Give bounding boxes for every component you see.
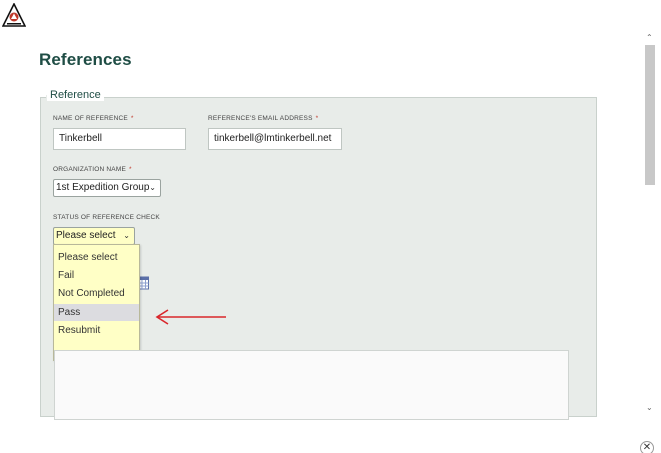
- scrollbar-thumb[interactable]: [645, 45, 655, 185]
- left-arrow-icon: [155, 309, 226, 325]
- comments-textarea[interactable]: [54, 350, 569, 420]
- chevron-down-icon: ⌄: [149, 183, 156, 192]
- chevron-down-icon: ⌄: [123, 231, 130, 240]
- reference-email-label: REFERENCE'S EMAIL ADDRESS *: [208, 115, 319, 122]
- dropdown-option-please-select[interactable]: Please select: [54, 249, 139, 266]
- organization-logo-icon: [2, 3, 26, 27]
- status-dropdown-list: Please select Fail Not Completed Pass Re…: [53, 244, 140, 361]
- name-of-reference-label: NAME OF REFERENCE *: [53, 115, 134, 122]
- scroll-down-icon[interactable]: ⌄: [646, 403, 653, 412]
- status-select[interactable]: Please select ⌄: [53, 227, 135, 245]
- section-legend: Reference: [47, 89, 104, 101]
- scroll-up-icon[interactable]: ⌃: [646, 33, 653, 42]
- organization-select-value: 1st Expedition Group: [56, 182, 150, 193]
- dropdown-option-pass[interactable]: Pass: [54, 304, 139, 321]
- dropdown-option-fail[interactable]: Fail: [54, 267, 139, 284]
- close-icon[interactable]: ✕: [640, 441, 654, 453]
- status-of-reference-check-label: STATUS OF REFERENCE CHECK: [53, 214, 160, 221]
- page-title: References: [39, 50, 132, 69]
- organization-select[interactable]: 1st Expedition Group ⌄: [53, 179, 161, 197]
- reference-email-field[interactable]: tinkerbell@lmtinkerbell.net: [208, 128, 342, 150]
- status-select-value: Please select: [56, 230, 116, 241]
- dropdown-option-resubmit[interactable]: Resubmit: [54, 322, 139, 339]
- name-of-reference-field[interactable]: Tinkerbell: [53, 128, 186, 150]
- dropdown-option-not-completed[interactable]: Not Completed: [54, 285, 139, 302]
- organization-name-label: ORGANIZATION NAME *: [53, 166, 132, 173]
